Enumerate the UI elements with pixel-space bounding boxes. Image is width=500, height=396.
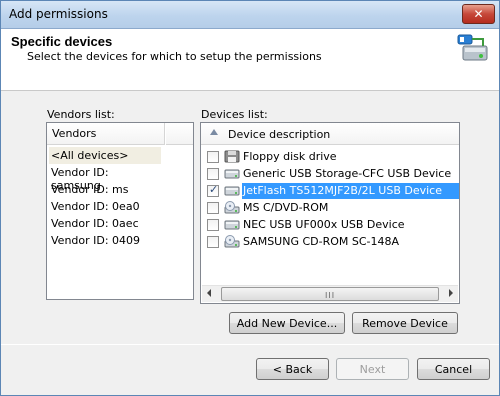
device-list-item[interactable]: MS C/DVD-ROM (205, 199, 459, 216)
remove-device-button[interactable]: Remove Device (352, 312, 458, 334)
device-label: JetFlash TS512MJF2B/2L USB Device (242, 183, 459, 199)
disk-drive-icon (224, 186, 240, 196)
disk-drive-icon (224, 220, 240, 230)
device-label: NEC USB UF000x USB Device (243, 218, 405, 231)
close-icon: ✕ (473, 7, 484, 21)
device-label: SAMSUNG CD-ROM SC-148A (243, 235, 400, 248)
cancel-button[interactable]: Cancel (417, 358, 490, 380)
device-list-item[interactable]: SAMSUNG CD-ROM SC-148A (205, 233, 459, 250)
devices-column-label: Device description (228, 128, 331, 141)
device-list-item[interactable]: Floppy disk drive (205, 148, 459, 165)
disk-drive-icon (224, 169, 240, 179)
device-checkbox[interactable] (207, 219, 219, 231)
footer-divider (1, 344, 499, 345)
title-bar[interactable]: Add permissions ✕ (1, 1, 499, 29)
vendors-list-label: Vendors list: (47, 108, 115, 121)
device-checkbox[interactable] (207, 168, 219, 180)
device-checkbox[interactable] (207, 151, 219, 163)
scroll-thumb[interactable]: III (221, 287, 439, 301)
window-title: Add permissions (9, 7, 108, 21)
sort-ascending-icon (210, 129, 218, 135)
vendor-list-item[interactable]: Vendor ID: 0aec (49, 215, 161, 232)
devices-list-label: Devices list: (201, 108, 268, 121)
vendor-list-item[interactable]: Vendor ID: samsung (49, 164, 161, 192)
back-button[interactable]: < Back (256, 358, 329, 380)
vendors-column-filler (166, 123, 193, 145)
add-new-device-button[interactable]: Add New Device... (229, 312, 345, 334)
cd-drive-icon (224, 235, 240, 248)
add-permissions-dialog: Add permissions ✕ Specific devices Selec… (0, 0, 500, 396)
horizontal-scrollbar[interactable]: III (202, 285, 458, 302)
scroll-right-icon[interactable] (449, 289, 453, 297)
cd-drive-icon (224, 201, 240, 214)
device-list-item[interactable]: NEC USB UF000x USB Device (205, 216, 459, 233)
device-list-item[interactable]: Generic USB Storage-CFC USB Device (205, 165, 459, 182)
close-button[interactable]: ✕ (462, 4, 495, 24)
devices-list[interactable]: Device description Floppy disk drive Gene… (200, 122, 460, 304)
floppy-drive-icon (224, 150, 240, 163)
vendors-column-header[interactable]: Vendors (47, 123, 165, 145)
device-checkbox[interactable] (207, 202, 219, 214)
device-checkbox[interactable] (207, 236, 219, 248)
vendor-list-item[interactable]: Vendor ID: ms (49, 181, 161, 198)
device-label: MS C/DVD-ROM (243, 201, 329, 214)
device-label: Generic USB Storage-CFC USB Device (243, 167, 452, 180)
next-button[interactable]: Next (336, 358, 409, 380)
devices-column-header[interactable]: Device description (201, 123, 459, 145)
device-label: Floppy disk drive (243, 150, 337, 163)
vendor-list-item[interactable]: Vendor ID: 0409 (49, 232, 161, 249)
page-subtitle: Select the devices for which to setup th… (27, 50, 322, 63)
scroll-left-icon[interactable] (207, 289, 211, 297)
page-title: Specific devices (11, 34, 113, 49)
wizard-header: Specific devices Select the devices for … (1, 29, 499, 91)
usb-device-icon (457, 34, 488, 61)
vendor-list-item[interactable]: Vendor ID: 0ea0 (49, 198, 161, 215)
device-checkbox[interactable] (207, 183, 219, 197)
scroll-grip: III (325, 291, 336, 300)
device-list-item[interactable]: JetFlash TS512MJF2B/2L USB Device (205, 182, 459, 199)
vendors-list[interactable]: Vendors <All devices> Vendor ID: samsung V… (46, 122, 194, 300)
vendor-list-item[interactable]: <All devices> (49, 147, 161, 164)
